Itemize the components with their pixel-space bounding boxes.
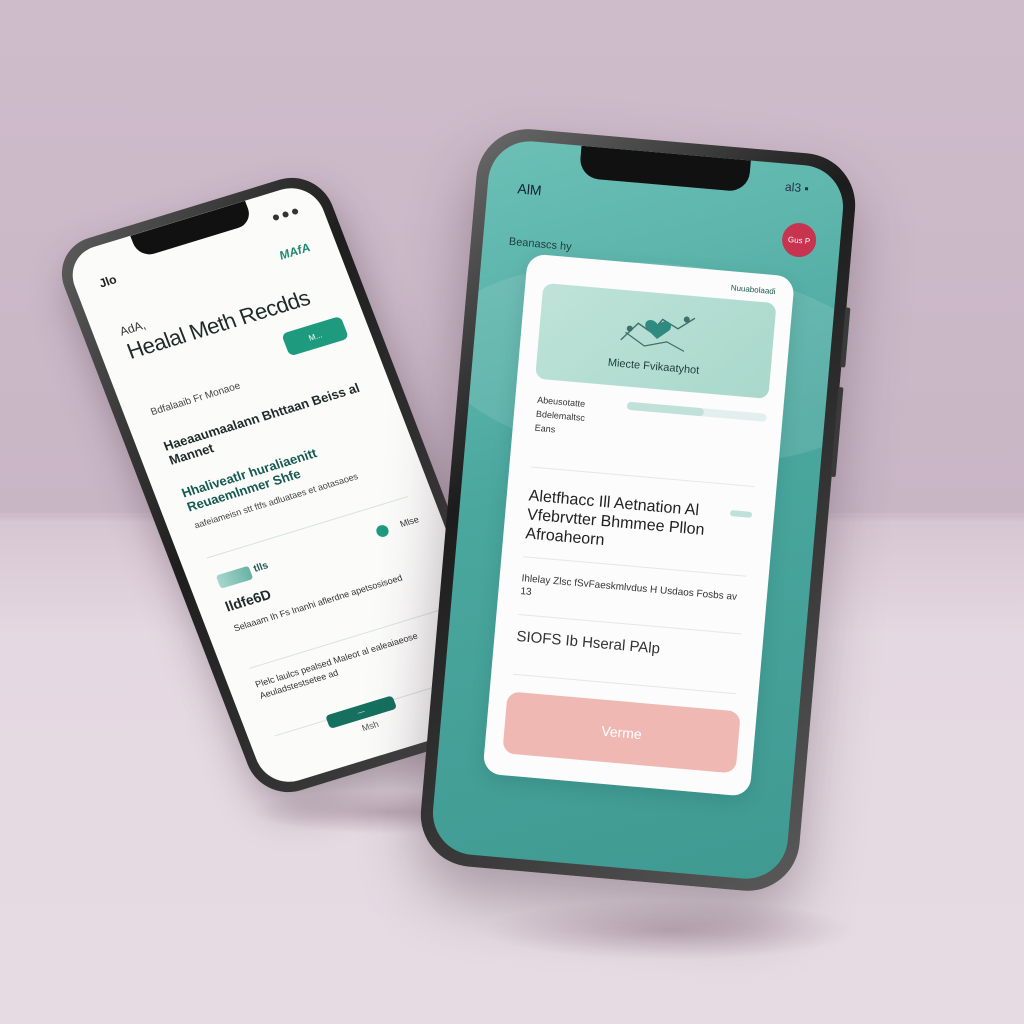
hero-banner: Miecte Fvikaatyhot [535,282,777,399]
card-subheading: SIOFS Ib Hseral PAlp [515,627,661,658]
progress-fill [626,401,705,417]
progress-bar [626,401,767,422]
left-status-icons [272,207,300,222]
left-record-thumbnail[interactable] [215,565,254,589]
right-phone-screen: AlM al3 ▪ Gus P Beanascs hy Nuuabolaadi … [429,137,847,883]
left-status-time: Jlo [97,272,119,291]
card-body-text: Ihlelay Zlsc fSvFaeskmlvdus H Usdaos Fos… [519,573,738,603]
right-status-icons: al3 ▪ [784,179,810,196]
left-page-title: Healal Meth Recdds [123,285,314,364]
notification-badge-icon[interactable]: Gus P [780,221,818,259]
teal-accent [729,510,753,518]
card-divider [513,673,737,695]
left-brand-link[interactable]: MAfA [277,240,312,262]
info-lines: Abeusotatte Bdelemaltsc Eans [534,393,587,439]
primary-action-button[interactable]: Verme [502,691,741,774]
right-breadcrumb[interactable]: Beanascs hy [508,236,572,253]
right-phone: AlM al3 ▪ Gus P Beanascs hy Nuuabolaadi … [416,124,860,896]
left-record-heading: lldfe6D [222,585,274,615]
left-badge-label: Mlse [398,514,421,530]
right-main-card: Nuuabolaadi Miecte Fvikaatyhot Abeusotat… [482,253,795,797]
left-thumb-label: tlls [252,560,270,575]
signal-icon [272,213,280,222]
left-pill-button[interactable]: M... [281,315,350,357]
card-brand-label: Nuuabolaadi [730,283,776,297]
wifi-icon [281,210,290,219]
status-dot-icon [374,523,391,539]
left-footer-text: Msh [360,718,381,734]
card-heading: Aletfhacc Ill Aetnation Al Vfebrvtter Bh… [524,487,706,550]
left-subtitle: Bdfalaaib Fr Monaoe [149,380,242,419]
heart-health-icon [620,316,696,352]
right-status-time: AlM [516,180,543,199]
battery-icon [291,207,300,216]
card-divider [531,466,755,488]
right-phone-shadow [480,900,860,960]
